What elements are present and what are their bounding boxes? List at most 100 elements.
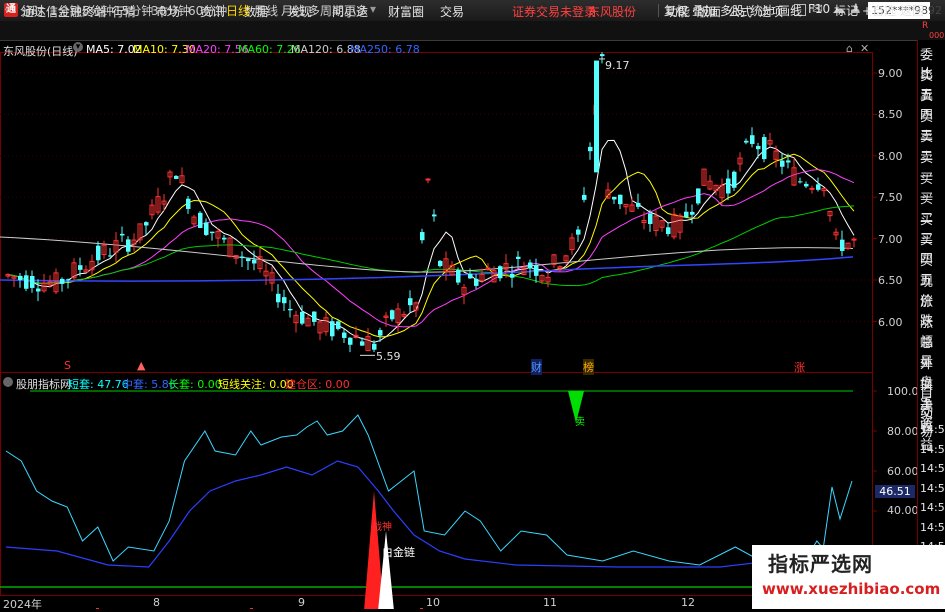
candle-body	[456, 269, 461, 283]
candle-body	[726, 178, 731, 194]
candle-body	[126, 239, 131, 252]
period-1min[interactable]: 1分钟	[50, 2, 82, 19]
event-marker-cai[interactable]: 财	[531, 359, 542, 375]
candle-body	[744, 140, 749, 143]
menu-caifuquan[interactable]: 财富圈	[388, 3, 424, 20]
tick-time: 14:56	[920, 520, 945, 534]
candle-body	[420, 232, 425, 241]
candle-body	[78, 265, 83, 270]
y-tick: 8.00	[878, 150, 903, 163]
btn-zixuan[interactable]: +自选	[862, 2, 896, 19]
watermark-url: www.xuezhibiao.com	[762, 580, 941, 598]
event-marker-up[interactable]: ▲	[137, 359, 145, 372]
candle-body	[786, 160, 791, 163]
event-marker-s[interactable]: S	[64, 359, 71, 372]
event-marker-zhang[interactable]: 涨	[794, 359, 805, 375]
period-weekly[interactable]: 周线	[254, 2, 278, 19]
candle-body	[18, 275, 23, 280]
candle-body	[762, 137, 767, 160]
period-daily[interactable]: 日线	[226, 2, 250, 19]
event-marker-text: S	[64, 359, 71, 372]
candle-body	[240, 256, 245, 259]
candle-body	[120, 233, 125, 236]
btn-biaoji[interactable]: 标记	[834, 2, 858, 19]
candle-body	[816, 184, 821, 190]
event-marker-bang[interactable]: 榜	[583, 359, 594, 375]
candle-body	[516, 256, 521, 260]
panel-number: 000	[929, 31, 945, 40]
btn-tongji[interactable]: 统计	[750, 2, 774, 19]
candle-body	[666, 227, 671, 235]
candle-body	[618, 194, 623, 205]
y-tick: 9.00	[878, 67, 903, 80]
candle-body	[648, 213, 653, 225]
candle-body	[732, 171, 737, 188]
candle-body	[312, 311, 317, 322]
candle-body	[582, 194, 587, 200]
candle-body	[432, 214, 437, 217]
period-15min[interactable]: 15分钟	[114, 2, 153, 19]
panel-marker: R	[922, 21, 929, 31]
indicator-frame	[0, 372, 873, 596]
period-5min[interactable]: 5分钟	[82, 2, 114, 19]
chart-settings-icon[interactable]: ▾	[73, 42, 83, 52]
x-tick: 2024年	[3, 598, 42, 611]
period-more[interactable]: 更多	[344, 2, 368, 19]
candle-body	[756, 145, 761, 150]
candle-body	[60, 278, 65, 284]
btn-diejia[interactable]: 叠加	[692, 2, 716, 19]
chart-menu-icon[interactable]: ⌂	[846, 42, 853, 55]
candle-body	[252, 259, 257, 264]
period-30min[interactable]: 30分钟	[151, 2, 190, 19]
period-60min[interactable]: 60分钟	[188, 2, 227, 19]
chart-close-icon[interactable]: ✕	[860, 42, 869, 55]
login-warning[interactable]: 证券交易未登录	[512, 3, 596, 20]
indicator-settings-icon[interactable]	[3, 377, 13, 387]
event-marker-text: 涨	[794, 361, 805, 374]
candle-body	[804, 183, 809, 187]
btn-fanhui[interactable]: 返回	[900, 2, 924, 19]
x-tick: 10	[426, 596, 440, 609]
watermark-title: 指标严选网	[768, 552, 873, 576]
candle-body	[438, 260, 443, 267]
btn-duogu[interactable]: 多股	[720, 2, 744, 19]
candle-body	[510, 273, 515, 278]
candle-body	[594, 60, 599, 173]
candle-body	[498, 266, 503, 279]
period-fenshi[interactable]: 分时	[20, 2, 44, 19]
x-tick: 8	[153, 596, 160, 609]
candle-body	[636, 202, 641, 207]
event-marker-text: ▲	[137, 359, 146, 372]
candle-body	[330, 321, 335, 337]
more-dropdown-icon[interactable]: ▾	[370, 2, 376, 16]
btn-f10[interactable]: F10	[808, 2, 830, 16]
period-monthly[interactable]: 月线	[281, 2, 305, 19]
period-toolbar	[0, 21, 945, 41]
candle-body	[534, 265, 539, 276]
candle-body	[588, 146, 593, 152]
candle-body	[300, 311, 305, 324]
x-tick: 11	[543, 596, 557, 609]
ind-blue-line	[5, 460, 869, 568]
candle-body	[36, 288, 41, 292]
indicator-name[interactable]: 股朋指标网	[16, 376, 71, 392]
event-marker-text: 榜	[583, 361, 594, 374]
x-tick: 9	[298, 596, 305, 609]
candle-body	[690, 211, 695, 215]
candle-body	[282, 297, 287, 304]
candle-body	[425, 178, 431, 181]
tick-time: 14:56	[920, 442, 945, 456]
ind-duantao-label: 短套: 47.76	[68, 378, 129, 391]
candle-body	[612, 196, 617, 200]
btn-fuquan[interactable]: 复权	[664, 2, 688, 19]
period-multi[interactable]: 多周期	[308, 2, 344, 19]
candle-body	[576, 229, 581, 235]
candle-body	[600, 54, 605, 57]
btn-huaxian[interactable]: 画线	[778, 2, 802, 19]
candle-body	[696, 188, 701, 204]
candle-body	[809, 187, 815, 190]
toolbar-collapse-icon[interactable]: ‹	[4, 2, 9, 16]
kline-chart[interactable]	[0, 40, 917, 609]
menu-jiaoyi[interactable]: 交易	[440, 3, 464, 20]
tick-time: 14:56	[920, 481, 945, 495]
